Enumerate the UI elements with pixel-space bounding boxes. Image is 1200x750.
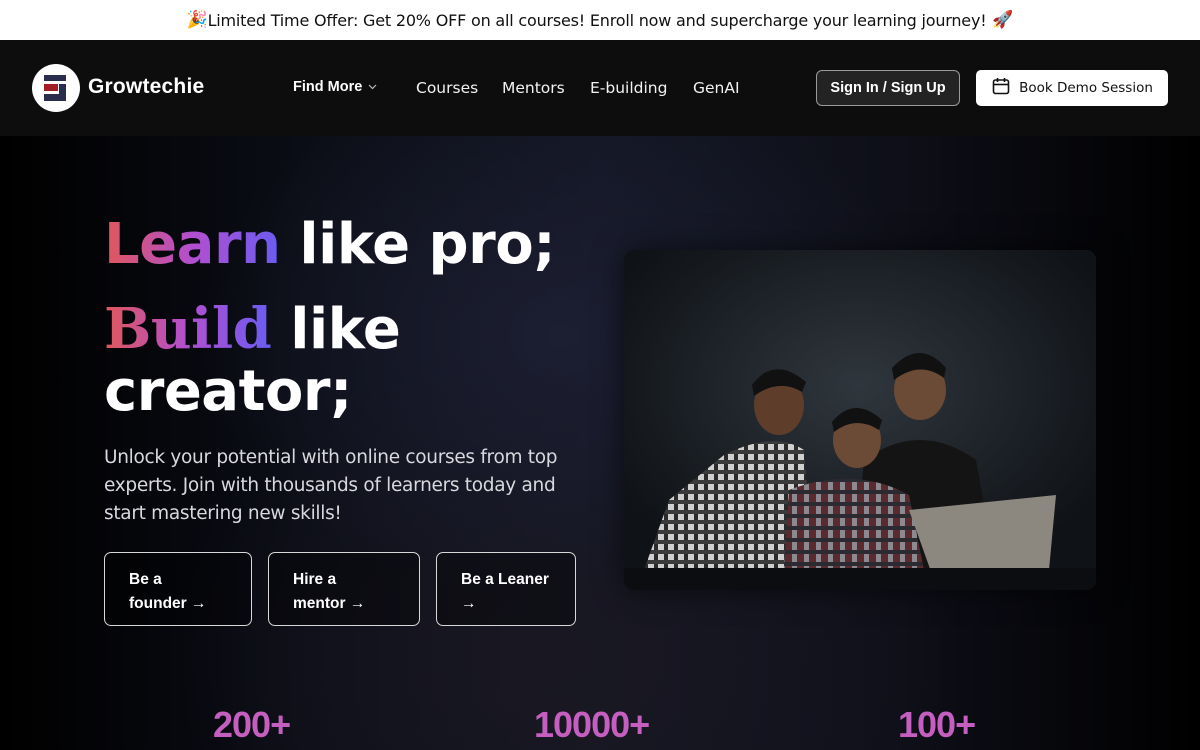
stat-value: 100+	[898, 704, 976, 745]
hire-a-mentor-button[interactable]: Hire a mentor →	[268, 552, 420, 626]
nav-link-courses[interactable]: Courses	[416, 79, 478, 97]
cta-label-line: founder →	[129, 595, 207, 612]
headline-rest-2: like	[271, 297, 401, 362]
headline-accent-learn: Learn	[104, 212, 281, 277]
cta-label-line: mentor →	[293, 595, 366, 612]
book-demo-label: Book Demo Session	[1019, 80, 1153, 96]
nav-link-genai[interactable]: GenAI	[693, 79, 740, 97]
cta-label-line: Be a	[129, 571, 162, 588]
cta-label-line: Hire a	[293, 571, 337, 588]
calendar-icon	[991, 76, 1011, 100]
stat-value: 200+	[213, 704, 291, 745]
hero-image	[624, 250, 1096, 590]
sign-in-button[interactable]: Sign In / Sign Up	[816, 70, 960, 106]
navbar: Growtechie Find More Courses Mentors E-b…	[0, 40, 1200, 136]
logo-mark-part	[59, 84, 66, 101]
headline-accent-build: Build	[104, 296, 272, 362]
brand-name[interactable]: Growtechie	[88, 75, 204, 99]
party-popper-icon: 🎉	[186, 10, 208, 30]
cta-label-line: →	[461, 595, 477, 612]
nav-link-e-building[interactable]: E-building	[590, 79, 667, 97]
brand-logo[interactable]	[32, 64, 80, 112]
promo-text: Limited Time Offer: Get 20% OFF on all c…	[207, 10, 987, 30]
cta-label-line: Be a Leaner	[461, 571, 549, 588]
be-a-founder-button[interactable]: Be a founder →	[104, 552, 252, 626]
headline-line-3: creator;	[104, 359, 352, 424]
logo-mark-part	[44, 75, 66, 81]
headline-line-2: Build like	[104, 296, 401, 362]
be-a-learner-button[interactable]: Be a Leaner →	[436, 552, 576, 626]
headline-rest-1: like pro;	[280, 212, 556, 277]
stat-value: 10000+	[534, 704, 650, 745]
nav-link-mentors[interactable]: Mentors	[502, 79, 565, 97]
logo-mark-part	[44, 94, 60, 101]
hero-section: Learn like pro; Build like creator; Unlo…	[0, 136, 1200, 750]
book-demo-button[interactable]: Book Demo Session	[976, 70, 1168, 106]
find-more-dropdown[interactable]: Find More	[293, 79, 377, 95]
find-more-label: Find More	[293, 79, 363, 95]
chevron-down-icon	[368, 82, 377, 93]
hero-subtitle: Unlock your potential with online course…	[104, 447, 558, 524]
logo-mark-part	[44, 84, 58, 91]
headline-line-1: Learn like pro;	[104, 212, 556, 277]
promo-banner: 🎉 Limited Time Offer: Get 20% OFF on all…	[0, 0, 1200, 40]
rocket-icon: 🚀	[992, 10, 1014, 30]
hero-image-illustration	[624, 250, 1096, 590]
